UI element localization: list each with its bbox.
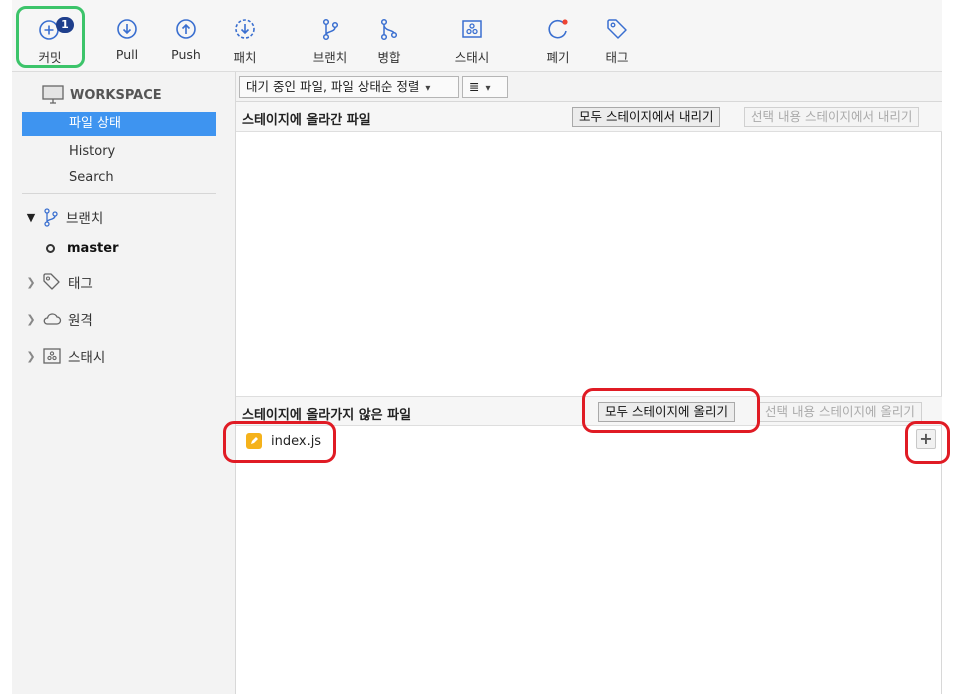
monitor-icon <box>42 85 64 104</box>
pull-button[interactable]: Pull <box>97 12 157 68</box>
sidebar-divider <box>22 193 216 194</box>
chevron-down-icon: ▾ <box>485 83 491 94</box>
staged-files-header: 스테이지에 올라간 파일 모두 스테이지에서 내리기 선택 내용 스테이지에서 … <box>236 102 942 132</box>
sidebar-group-stashes-label: 스태시 <box>68 350 106 366</box>
sidebar-group-branches-label: 브랜치 <box>66 211 104 227</box>
sidebar-group-tags-label: 태그 <box>68 276 93 292</box>
chevron-down-icon: ▾ <box>425 83 431 94</box>
branch-icon <box>44 208 58 227</box>
chevron-right-icon[interactable]: ❯ <box>24 350 38 363</box>
workspace-title: WORKSPACE <box>70 87 162 103</box>
tag-button[interactable]: 태그 <box>587 12 647 68</box>
discard-icon <box>548 19 568 39</box>
chevron-right-icon[interactable]: ❯ <box>24 313 38 326</box>
sort-filter-value: 대기 중인 파일, 파일 상태순 정렬 <box>246 79 420 94</box>
discard-label: 폐기 <box>546 50 570 65</box>
patch-icon <box>235 19 255 39</box>
tag-icon <box>43 273 60 290</box>
pull-label: Pull <box>115 47 139 62</box>
stage-selected-button[interactable]: 선택 내용 스테이지에 올리기 <box>758 402 922 422</box>
stash-label: 스태시 <box>454 50 490 65</box>
discard-button[interactable]: 폐기 <box>528 12 588 68</box>
file-name: index.js <box>271 433 322 449</box>
branch-item-master[interactable]: master <box>46 238 119 258</box>
sidebar-item-search[interactable]: Search <box>22 166 216 190</box>
stash-icon <box>43 348 61 364</box>
main-panel: 대기 중인 파일, 파일 상태순 정렬 ▾ ≣ ▾ 스테이지에 올라간 파일 모두 … <box>236 72 942 694</box>
sidebar: WORKSPACE 파일 상태 History Search ▼ 브랜치 mas… <box>12 72 236 694</box>
sort-filter-select[interactable]: 대기 중인 파일, 파일 상태순 정렬 ▾ <box>239 76 459 98</box>
workspace-header: WORKSPACE <box>42 84 162 106</box>
unstaged-files-title: 스테이지에 올라가지 않은 파일 <box>242 408 412 423</box>
push-button[interactable]: Push <box>156 12 216 68</box>
chevron-down-icon[interactable]: ▼ <box>24 211 38 224</box>
sidebar-group-remotes[interactable]: ❯ 원격 <box>24 307 93 331</box>
tag-icon <box>607 19 627 39</box>
commit-count-badge: 1 <box>56 17 74 33</box>
pull-icon <box>117 19 137 39</box>
tag-label: 태그 <box>605 50 629 65</box>
patch-label: 패치 <box>233 50 257 65</box>
branch-name: master <box>67 240 119 256</box>
sidebar-group-tags[interactable]: ❯ 태그 <box>24 270 93 294</box>
list-view-icon: ≣ <box>469 79 480 94</box>
merge-icon <box>380 18 398 41</box>
current-branch-indicator <box>46 243 55 253</box>
sidebar-group-stashes[interactable]: ❯ 스태시 <box>24 344 105 368</box>
branch-label: 브랜치 <box>312 50 348 65</box>
staged-files-title: 스테이지에 올라간 파일 <box>242 113 371 128</box>
view-mode-select[interactable]: ≣ ▾ <box>462 76 508 98</box>
cloud-icon <box>43 313 62 325</box>
branch-button[interactable]: 브랜치 <box>300 12 360 68</box>
filter-bar: 대기 중인 파일, 파일 상태순 정렬 ▾ ≣ ▾ <box>236 72 942 102</box>
chevron-right-icon[interactable]: ❯ <box>24 276 38 289</box>
merge-label: 병합 <box>377 50 401 65</box>
stage-file-button[interactable]: + <box>916 429 936 449</box>
stage-all-button[interactable]: 모두 스테이지에 올리기 <box>598 402 735 422</box>
push-label: Push <box>171 47 201 62</box>
merge-button[interactable]: 병합 <box>359 12 419 68</box>
sidebar-group-remotes-label: 원격 <box>68 313 93 329</box>
commit-label: 커밋 <box>38 50 62 65</box>
modified-file-icon <box>246 433 262 449</box>
file-row[interactable]: index.js <box>246 430 321 452</box>
sidebar-item-file-status[interactable]: 파일 상태 <box>22 112 216 136</box>
staged-files-list <box>236 133 942 394</box>
stash-button[interactable]: 스태시 <box>442 12 502 68</box>
unstaged-files-header: 스테이지에 올라가지 않은 파일 모두 스테이지에 올리기 선택 내용 스테이지… <box>236 396 942 426</box>
unstage-selected-button[interactable]: 선택 내용 스테이지에서 내리기 <box>744 107 920 127</box>
commit-button[interactable]: 1 커밋 <box>20 12 80 68</box>
branch-icon <box>322 18 339 41</box>
unstage-all-button[interactable]: 모두 스테이지에서 내리기 <box>572 107 721 127</box>
sidebar-group-branches[interactable]: ▼ 브랜치 <box>24 205 103 229</box>
toolbar: 1 커밋 Pull Push 패치 브랜치 병합 스태시 폐기 태그 <box>12 0 942 72</box>
push-icon <box>176 19 196 39</box>
sidebar-item-history[interactable]: History <box>22 140 216 164</box>
patch-button[interactable]: 패치 <box>215 12 275 68</box>
stash-icon <box>462 20 482 38</box>
